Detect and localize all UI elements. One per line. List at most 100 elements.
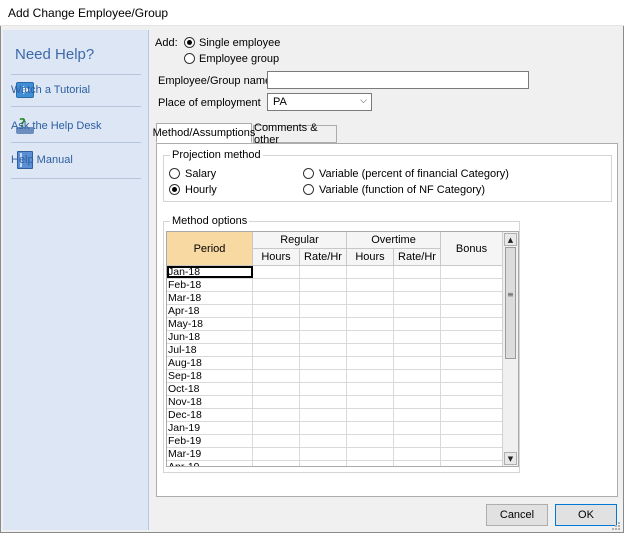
- value-cell[interactable]: [441, 292, 503, 304]
- period-cell[interactable]: May-18: [167, 318, 253, 330]
- scroll-up-icon[interactable]: ▲: [504, 233, 517, 246]
- overtime-rate-header[interactable]: Rate/Hr: [394, 249, 441, 266]
- period-cell[interactable]: Mar-18: [167, 292, 253, 304]
- value-cell[interactable]: [441, 357, 503, 369]
- value-cell[interactable]: [441, 318, 503, 330]
- period-cell[interactable]: Jan-18: [167, 266, 253, 278]
- resize-grip-icon[interactable]: [610, 520, 620, 530]
- value-cell[interactable]: [394, 435, 441, 447]
- hourly-radio[interactable]: [169, 184, 180, 195]
- value-cell[interactable]: [347, 305, 394, 317]
- value-cell[interactable]: [253, 422, 300, 434]
- value-cell[interactable]: [253, 344, 300, 356]
- bonus-header[interactable]: Bonus: [441, 232, 503, 266]
- salary-radio[interactable]: [169, 168, 180, 179]
- watch-tutorial-link[interactable]: Watch a Tutorial: [11, 76, 143, 104]
- value-cell[interactable]: [441, 370, 503, 382]
- method-options-grid[interactable]: Period Regular Overtime Bonus Hours Rate…: [166, 231, 519, 467]
- value-cell[interactable]: [347, 461, 394, 466]
- value-cell[interactable]: [300, 266, 347, 278]
- period-cell[interactable]: Apr-19: [167, 461, 253, 466]
- period-cell[interactable]: Feb-18: [167, 279, 253, 291]
- value-cell[interactable]: [441, 344, 503, 356]
- value-cell[interactable]: [253, 409, 300, 421]
- value-cell[interactable]: [394, 409, 441, 421]
- value-cell[interactable]: [441, 266, 503, 278]
- value-cell[interactable]: [300, 435, 347, 447]
- period-cell[interactable]: Mar-19: [167, 448, 253, 460]
- value-cell[interactable]: [253, 292, 300, 304]
- value-cell[interactable]: [300, 396, 347, 408]
- value-cell[interactable]: [300, 279, 347, 291]
- value-cell[interactable]: [394, 357, 441, 369]
- value-cell[interactable]: [253, 435, 300, 447]
- period-cell[interactable]: Sep-18: [167, 370, 253, 382]
- value-cell[interactable]: [253, 448, 300, 460]
- value-cell[interactable]: [300, 370, 347, 382]
- value-cell[interactable]: [300, 383, 347, 395]
- tab-comments-other[interactable]: Comments & other: [253, 122, 337, 146]
- help-manual-link[interactable]: Help Manual: [11, 146, 143, 174]
- tab-method-assumptions[interactable]: Method/Assumptions: [153, 123, 255, 143]
- period-cell[interactable]: Jul-18: [167, 344, 253, 356]
- regular-hours-header[interactable]: Hours: [253, 249, 300, 266]
- value-cell[interactable]: [253, 396, 300, 408]
- ok-button[interactable]: OK: [555, 504, 617, 526]
- value-cell[interactable]: [347, 318, 394, 330]
- value-cell[interactable]: [253, 331, 300, 343]
- value-cell[interactable]: [394, 279, 441, 291]
- value-cell[interactable]: [394, 370, 441, 382]
- value-cell[interactable]: [394, 266, 441, 278]
- employee-group-radio[interactable]: [184, 53, 195, 64]
- period-cell[interactable]: Dec-18: [167, 409, 253, 421]
- value-cell[interactable]: [441, 422, 503, 434]
- value-cell[interactable]: [441, 409, 503, 421]
- value-cell[interactable]: [300, 305, 347, 317]
- value-cell[interactable]: [394, 292, 441, 304]
- value-cell[interactable]: [394, 448, 441, 460]
- value-cell[interactable]: [300, 448, 347, 460]
- period-cell[interactable]: Aug-18: [167, 357, 253, 369]
- value-cell[interactable]: [441, 435, 503, 447]
- value-cell[interactable]: [441, 331, 503, 343]
- value-cell[interactable]: [347, 266, 394, 278]
- place-of-employment-select[interactable]: PA ⌵: [267, 93, 372, 111]
- variable-percent-radio[interactable]: [303, 168, 314, 179]
- value-cell[interactable]: [394, 422, 441, 434]
- value-cell[interactable]: [347, 370, 394, 382]
- period-cell[interactable]: Nov-18: [167, 396, 253, 408]
- vertical-scrollbar[interactable]: ▲ ▼: [502, 232, 518, 466]
- value-cell[interactable]: [347, 331, 394, 343]
- value-cell[interactable]: [347, 344, 394, 356]
- period-cell[interactable]: Jun-18: [167, 331, 253, 343]
- value-cell[interactable]: [253, 370, 300, 382]
- value-cell[interactable]: [347, 448, 394, 460]
- value-cell[interactable]: [253, 266, 300, 278]
- value-cell[interactable]: [441, 461, 503, 466]
- period-cell[interactable]: Oct-18: [167, 383, 253, 395]
- value-cell[interactable]: [394, 331, 441, 343]
- value-cell[interactable]: [300, 461, 347, 466]
- value-cell[interactable]: [253, 461, 300, 466]
- overtime-hours-header[interactable]: Hours: [347, 249, 394, 266]
- ask-help-desk-link[interactable]: ? Ask the Help Desk: [11, 112, 143, 140]
- value-cell[interactable]: [441, 305, 503, 317]
- value-cell[interactable]: [347, 292, 394, 304]
- scroll-thumb[interactable]: [505, 247, 516, 359]
- value-cell[interactable]: [394, 396, 441, 408]
- value-cell[interactable]: [253, 305, 300, 317]
- employee-group-name-input[interactable]: [267, 71, 529, 89]
- value-cell[interactable]: [441, 279, 503, 291]
- value-cell[interactable]: [394, 344, 441, 356]
- regular-rate-header[interactable]: Rate/Hr: [300, 249, 347, 266]
- period-header[interactable]: Period: [167, 232, 253, 266]
- value-cell[interactable]: [347, 422, 394, 434]
- value-cell[interactable]: [347, 435, 394, 447]
- value-cell[interactable]: [394, 305, 441, 317]
- value-cell[interactable]: [300, 357, 347, 369]
- period-cell[interactable]: Jan-19: [167, 422, 253, 434]
- value-cell[interactable]: [347, 357, 394, 369]
- value-cell[interactable]: [300, 292, 347, 304]
- value-cell[interactable]: [347, 409, 394, 421]
- value-cell[interactable]: [347, 279, 394, 291]
